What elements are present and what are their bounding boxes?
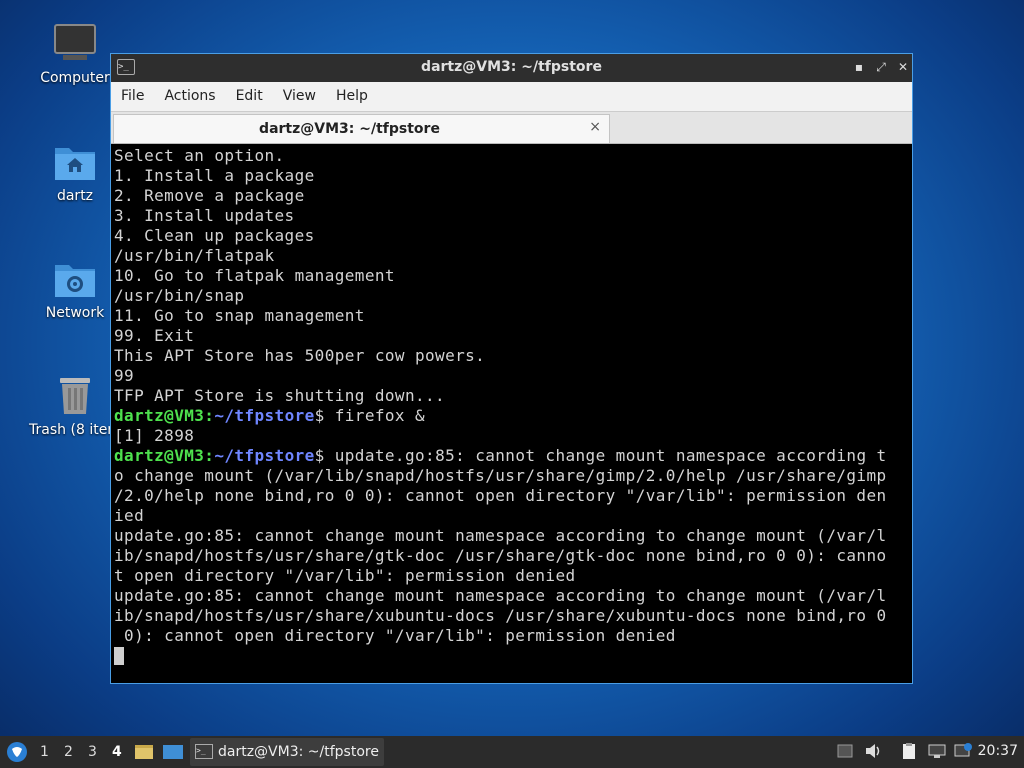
- terminal-line-text: /2.0/help none bind,ro 0 0): cannot open…: [114, 486, 887, 505]
- task-label: dartz@VM3: ~/tfpstore: [218, 744, 379, 760]
- workspace-4[interactable]: 4: [112, 744, 122, 760]
- taskbar: 1 2 3 4 >_ dartz@VM3: ~/tfpstore 20:37: [0, 736, 1024, 768]
- terminal-line-text: ib/snapd/hostfs/usr/share/xubuntu-docs /…: [114, 606, 887, 625]
- terminal-line: This APT Store has 500per cow powers.: [114, 346, 909, 366]
- terminal-line-text: 3. Install updates: [114, 206, 295, 225]
- prompt-path: ~/tfpstore: [214, 406, 315, 425]
- computer-icon: [53, 22, 97, 66]
- terminal-line: /usr/bin/flatpak: [114, 246, 909, 266]
- terminal-line-text: update.go:85: cannot change mount namesp…: [114, 586, 887, 605]
- network-status-icon[interactable]: [928, 742, 946, 760]
- terminal-line: 99. Exit: [114, 326, 909, 346]
- terminal-line: ib/snapd/hostfs/usr/share/xubuntu-docs /…: [114, 606, 909, 626]
- terminal-line-text: 10. Go to flatpak management: [114, 266, 395, 285]
- network-folder-icon: [53, 257, 97, 301]
- minimize-button[interactable]: ▪: [851, 59, 867, 75]
- terminal-cursor-line: [114, 646, 909, 666]
- terminal-line: 10. Go to flatpak management: [114, 266, 909, 286]
- tab-close-icon[interactable]: ×: [589, 119, 601, 135]
- terminal-line: 99: [114, 366, 909, 386]
- terminal-line-text: 0): cannot open directory "/var/lib": pe…: [114, 626, 676, 645]
- menu-file[interactable]: File: [111, 82, 154, 104]
- terminal-line-text: t open directory "/var/lib": permission …: [114, 566, 576, 585]
- menu-bar: File Actions Edit View Help: [111, 82, 912, 112]
- terminal-line-text: 99. Exit: [114, 326, 195, 345]
- home-folder-icon: [53, 140, 97, 184]
- workspace-1[interactable]: 1: [40, 744, 49, 760]
- prompt-user: dartz@VM3: [114, 446, 205, 465]
- terminal-line-text: update.go:85: cannot change mount namesp…: [114, 526, 887, 545]
- clipboard-icon[interactable]: [900, 742, 918, 760]
- terminal-line: TFP APT Store is shutting down...: [114, 386, 909, 406]
- terminal-line: dartz@VM3:~/tfpstore$ update.go:85: cann…: [114, 446, 909, 466]
- tab-terminal[interactable]: dartz@VM3: ~/tfpstore ×: [113, 114, 610, 143]
- prompt-path: ~/tfpstore: [214, 446, 315, 465]
- terminal-line-text: ied: [114, 506, 145, 525]
- menu-view[interactable]: View: [273, 82, 326, 104]
- terminal-line-text: /usr/bin/flatpak: [114, 246, 275, 265]
- terminal-line: o change mount (/var/lib/snapd/hostfs/us…: [114, 466, 909, 486]
- volume-icon[interactable]: [864, 742, 882, 760]
- terminal-line: update.go:85: cannot change mount namesp…: [114, 586, 909, 606]
- terminal-line-text: This APT Store has 500per cow powers.: [114, 346, 486, 365]
- terminal-line: 0): cannot open directory "/var/lib": pe…: [114, 626, 909, 646]
- show-desktop-icon[interactable]: [162, 743, 184, 761]
- tab-bar: dartz@VM3: ~/tfpstore ×: [111, 112, 912, 144]
- workspace-3[interactable]: 3: [88, 744, 97, 760]
- clock[interactable]: 20:37: [978, 743, 1018, 759]
- terminal-line-text: ib/snapd/hostfs/usr/share/gtk-doc /usr/s…: [114, 546, 887, 565]
- app-menu-icon[interactable]: [6, 741, 28, 763]
- terminal-line: /usr/bin/snap: [114, 286, 909, 306]
- workspace-2[interactable]: 2: [64, 744, 73, 760]
- prompt-user: dartz@VM3: [114, 406, 205, 425]
- terminal-line: 3. Install updates: [114, 206, 909, 226]
- taskbar-task-terminal[interactable]: >_ dartz@VM3: ~/tfpstore: [190, 738, 384, 766]
- terminal-output[interactable]: Select an option. 1. Install a package 2. …: [114, 146, 909, 680]
- maximize-button[interactable]: ⤢: [873, 59, 889, 75]
- terminal-line-text: 4. Clean up packages: [114, 226, 315, 245]
- terminal-line: t open directory "/var/lib": permission …: [114, 566, 909, 586]
- terminal-line-text: 1. Install a package: [114, 166, 315, 185]
- terminal-line-text: o change mount (/var/lib/snapd/hostfs/us…: [114, 466, 887, 485]
- window-title: dartz@VM3: ~/tfpstore: [421, 59, 602, 75]
- terminal-cursor: [114, 647, 124, 665]
- prompt-separator: :: [204, 406, 215, 425]
- tab-title: dartz@VM3: ~/tfpstore: [259, 121, 440, 137]
- terminal-line: dartz@VM3:~/tfpstore$ firefox &: [114, 406, 909, 426]
- file-manager-icon[interactable]: [134, 743, 154, 761]
- menu-help[interactable]: Help: [326, 82, 378, 104]
- menu-edit[interactable]: Edit: [226, 82, 273, 104]
- workspace-tray-icon[interactable]: [836, 742, 854, 760]
- trash-icon: [53, 374, 97, 418]
- terminal-line-text: 11. Go to snap management: [114, 306, 365, 325]
- terminal-window: >_ dartz@VM3: ~/tfpstore ▪ ⤢ ✕ File Actio…: [110, 53, 913, 684]
- window-titlebar[interactable]: >_ dartz@VM3: ~/tfpstore ▪ ⤢ ✕: [111, 54, 912, 82]
- terminal-line: ib/snapd/hostfs/usr/share/gtk-doc /usr/s…: [114, 546, 909, 566]
- terminal-line: 4. Clean up packages: [114, 226, 909, 246]
- terminal-line: 1. Install a package: [114, 166, 909, 186]
- terminal-icon: >_: [195, 744, 213, 759]
- terminal-line: 2. Remove a package: [114, 186, 909, 206]
- terminal-line: Select an option.: [114, 146, 909, 166]
- terminal-line: ied: [114, 506, 909, 526]
- terminal-line: 11. Go to snap management: [114, 306, 909, 326]
- terminal-line-text: [1] 2898: [114, 426, 195, 445]
- terminal-line-text: Select an option.: [114, 146, 285, 165]
- terminal-line-text: 99: [114, 366, 135, 385]
- terminal-line-text: /usr/bin/snap: [114, 286, 245, 305]
- update-notifier-icon[interactable]: [954, 742, 972, 760]
- terminal-line-text: $ firefox &: [314, 406, 426, 425]
- terminal-line: update.go:85: cannot change mount namesp…: [114, 526, 909, 546]
- terminal-line: [1] 2898: [114, 426, 909, 446]
- menu-actions[interactable]: Actions: [154, 82, 225, 104]
- terminal-line-text: TFP APT Store is shutting down...: [114, 386, 446, 405]
- terminal-line-text: $ update.go:85: cannot change mount name…: [314, 446, 887, 465]
- prompt-separator: :: [204, 446, 215, 465]
- close-button[interactable]: ✕: [895, 59, 911, 75]
- terminal-line: /2.0/help none bind,ro 0 0): cannot open…: [114, 486, 909, 506]
- terminal-line-text: 2. Remove a package: [114, 186, 305, 205]
